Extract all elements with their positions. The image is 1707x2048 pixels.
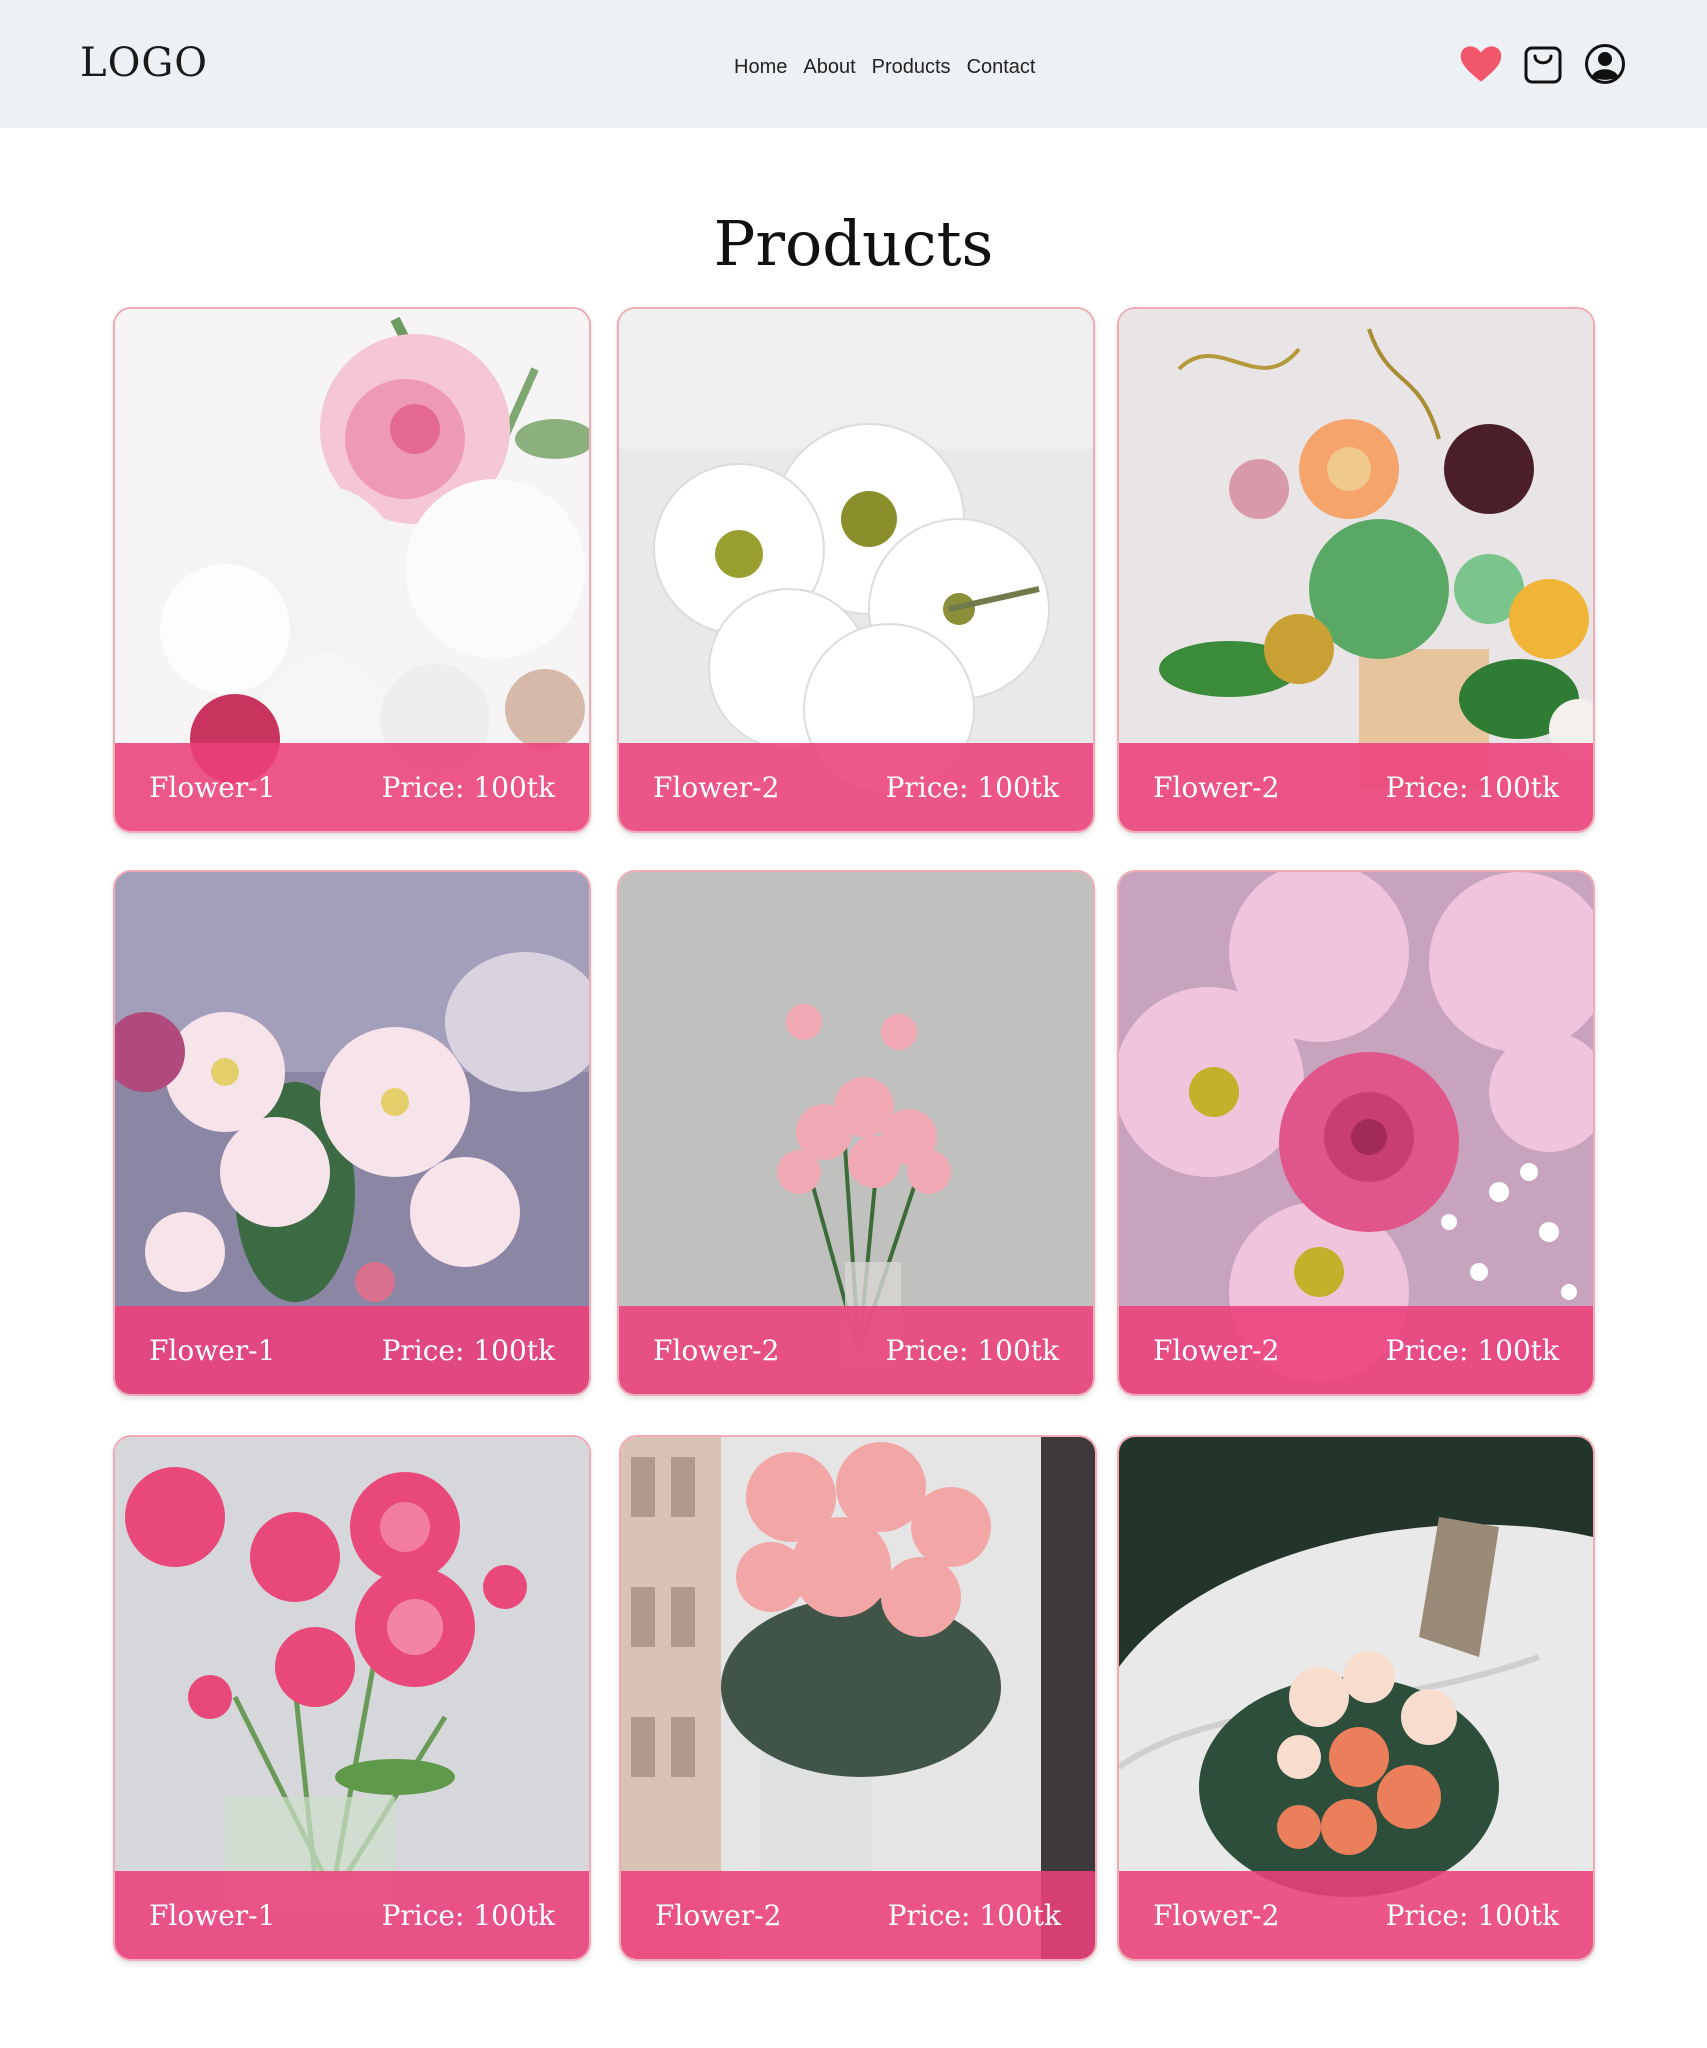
product-card[interactable]: Flower-2 Price: 100tk	[619, 1435, 1097, 1961]
heart-icon[interactable]	[1459, 42, 1503, 86]
product-price: Price: 100tk	[885, 1333, 1059, 1367]
nav-products-link[interactable]: Products	[872, 56, 951, 79]
product-price: Price: 100tk	[381, 770, 555, 804]
product-name: Flower-2	[1153, 1333, 1280, 1367]
product-name: Flower-2	[653, 1333, 780, 1367]
product-name: Flower-2	[655, 1898, 782, 1932]
product-card[interactable]: Flower-1 Price: 100tk	[113, 307, 591, 833]
product-info-bar: Flower-2 Price: 100tk	[619, 1306, 1093, 1394]
product-card[interactable]: Flower-1 Price: 100tk	[113, 870, 591, 1396]
user-icon[interactable]	[1583, 42, 1627, 86]
product-info-bar: Flower-2 Price: 100tk	[1119, 1306, 1593, 1394]
product-price: Price: 100tk	[887, 1898, 1061, 1932]
product-price: Price: 100tk	[885, 770, 1059, 804]
product-info-bar: Flower-2 Price: 100tk	[619, 743, 1093, 831]
product-info-bar: Flower-1 Price: 100tk	[115, 743, 589, 831]
product-info-bar: Flower-1 Price: 100tk	[115, 1871, 589, 1959]
navbar: LOGO Home About Products Contact	[0, 0, 1707, 128]
logo[interactable]: LOGO	[80, 40, 208, 86]
product-card[interactable]: Flower-2 Price: 100tk	[617, 307, 1095, 833]
product-card[interactable]: Flower-2 Price: 100tk	[617, 870, 1095, 1396]
product-name: Flower-1	[149, 1333, 276, 1367]
product-price: Price: 100tk	[381, 1898, 555, 1932]
nav-home-link[interactable]: Home	[734, 56, 787, 79]
nav-links: Home About Products Contact	[734, 56, 1036, 79]
product-card[interactable]: Flower-2 Price: 100tk	[1117, 870, 1595, 1396]
product-name: Flower-1	[149, 770, 276, 804]
product-name: Flower-1	[149, 1898, 276, 1932]
page-title: Products	[713, 206, 994, 280]
product-info-bar: Flower-1 Price: 100tk	[115, 1306, 589, 1394]
product-card[interactable]: Flower-1 Price: 100tk	[113, 1435, 591, 1961]
product-card[interactable]: Flower-2 Price: 100tk	[1117, 1435, 1595, 1961]
shopping-bag-icon[interactable]	[1521, 42, 1565, 86]
nav-about-link[interactable]: About	[803, 56, 855, 79]
header-icons	[1459, 42, 1627, 86]
product-info-bar: Flower-2 Price: 100tk	[621, 1871, 1095, 1959]
product-name: Flower-2	[1153, 1898, 1280, 1932]
product-info-bar: Flower-2 Price: 100tk	[1119, 1871, 1593, 1959]
product-card[interactable]: Flower-2 Price: 100tk	[1117, 307, 1595, 833]
product-price: Price: 100tk	[1385, 1898, 1559, 1932]
nav-contact-link[interactable]: Contact	[967, 56, 1036, 79]
product-price: Price: 100tk	[1385, 770, 1559, 804]
product-name: Flower-2	[1153, 770, 1280, 804]
product-price: Price: 100tk	[381, 1333, 555, 1367]
product-info-bar: Flower-2 Price: 100tk	[1119, 743, 1593, 831]
product-price: Price: 100tk	[1385, 1333, 1559, 1367]
product-name: Flower-2	[653, 770, 780, 804]
